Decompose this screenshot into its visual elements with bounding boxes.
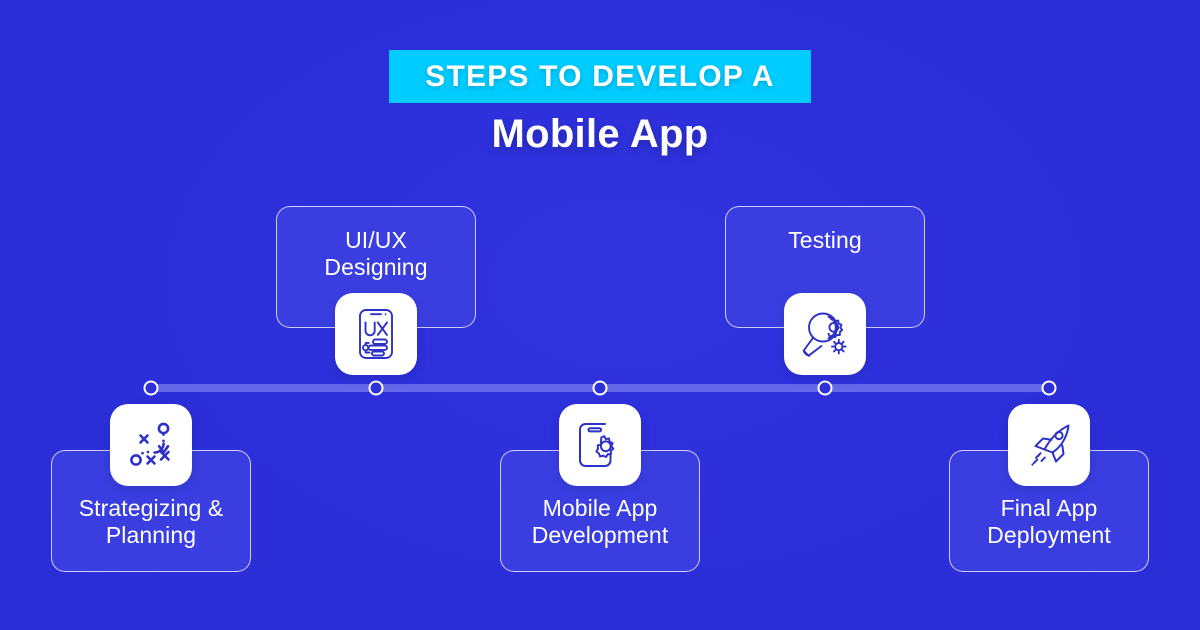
timeline-node-4	[817, 380, 833, 396]
page-title: Mobile App	[491, 112, 709, 156]
timeline-node-1	[143, 380, 159, 396]
timeline-node-2	[368, 380, 384, 396]
timeline-node-5	[1041, 380, 1057, 396]
step-label-mobile-app-development: Mobile App Development	[531, 494, 669, 548]
infographic-canvas: STEPS TO DEVELOP A Mobile App UI/UX Desi…	[0, 0, 1200, 630]
magnifier-gears-icon	[784, 293, 866, 375]
step-label-final-app-deployment: Final App Deployment	[987, 494, 1111, 548]
timeline-node-3	[592, 380, 608, 396]
step-label-strategizing-planning: Strategizing & Planning	[78, 494, 224, 548]
rocket-icon	[1008, 404, 1090, 486]
strategy-playbook-icon	[110, 404, 192, 486]
phone-gear-icon	[559, 404, 641, 486]
banner-eyebrow: STEPS TO DEVELOP A	[389, 50, 811, 103]
phone-ux-design-icon	[335, 293, 417, 375]
step-label-ui-ux-designing: UI/UX Designing	[324, 227, 428, 281]
banner-text: STEPS TO DEVELOP A	[425, 59, 775, 93]
step-label-testing: Testing	[788, 227, 862, 253]
